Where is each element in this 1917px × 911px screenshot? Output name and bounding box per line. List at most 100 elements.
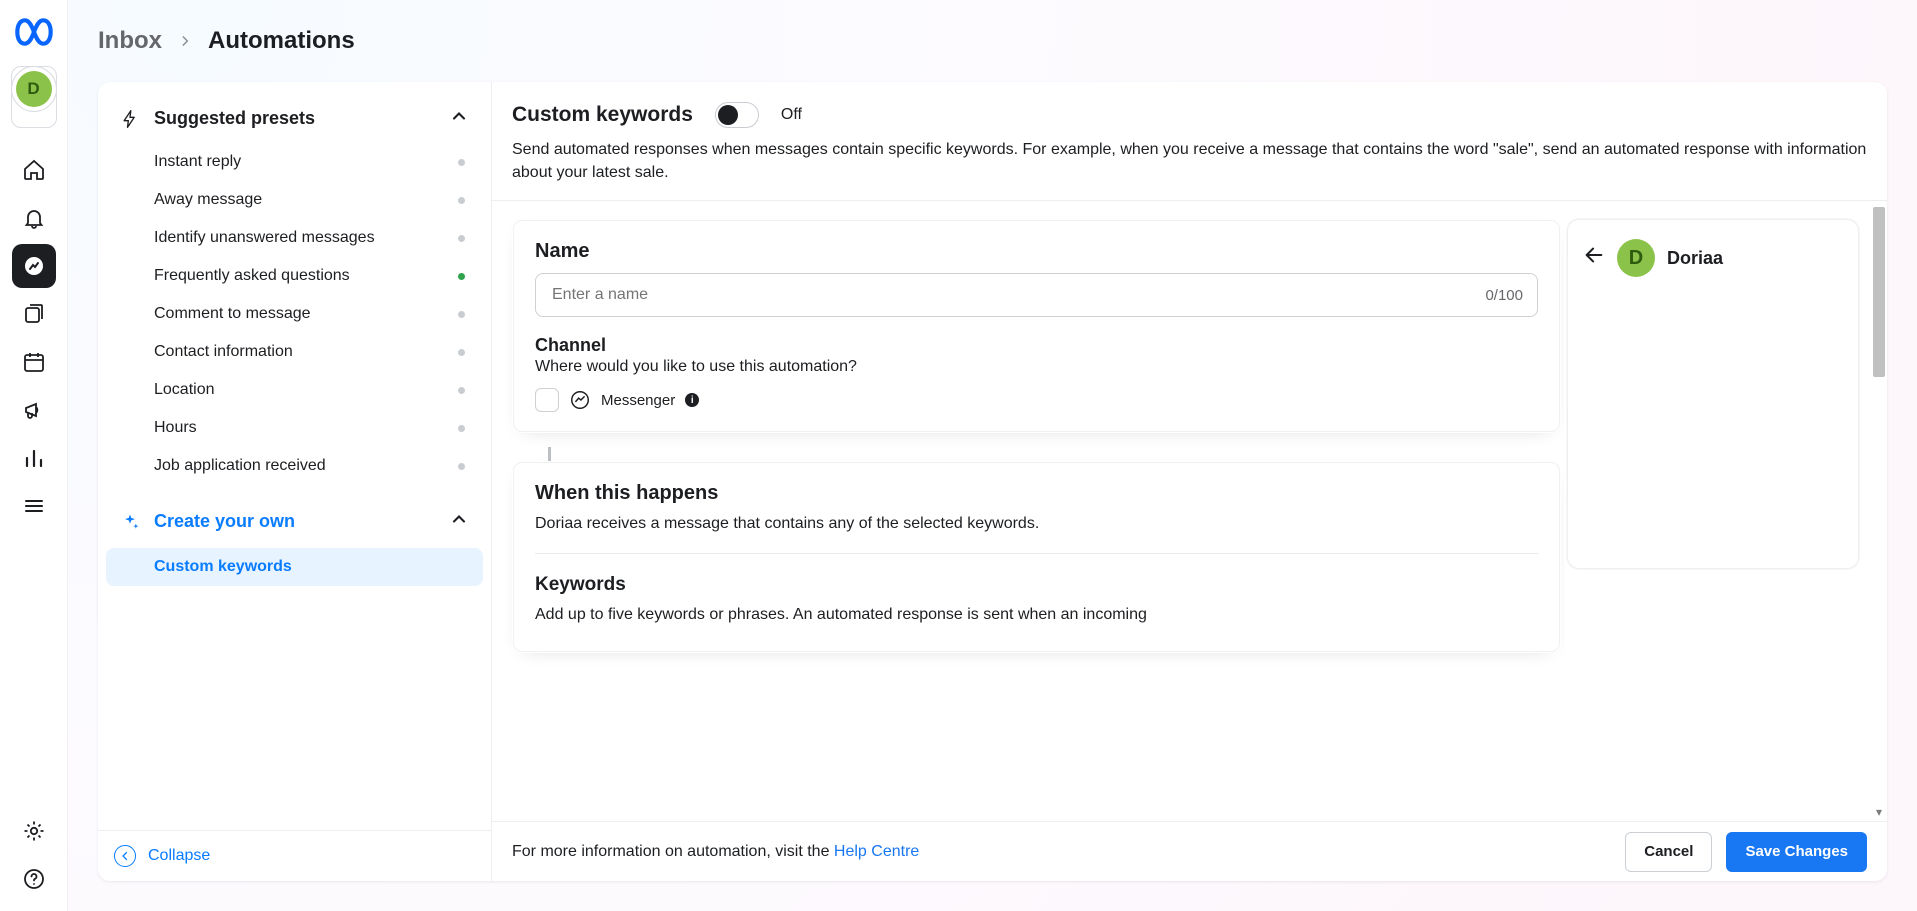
posts-icon [22, 302, 46, 326]
editor-title: Custom keywords [512, 103, 693, 127]
messenger-checkbox[interactable] [535, 388, 559, 412]
preset-label: Job application received [154, 457, 326, 475]
gear-icon [22, 819, 46, 843]
rail-ads[interactable] [12, 388, 56, 432]
preset-label: Instant reply [154, 153, 241, 171]
name-channel-card: Name 0/100 Channel Where would you like … [512, 219, 1561, 433]
rail-posts[interactable] [12, 292, 56, 336]
hamburger-icon [22, 494, 46, 518]
rail-insights[interactable] [12, 436, 56, 480]
name-input[interactable] [550, 285, 1485, 305]
preview-avatar: D [1617, 239, 1655, 277]
rail-home[interactable] [12, 148, 56, 192]
status-dot [458, 197, 465, 204]
bolt-icon [120, 109, 140, 129]
preset-faq[interactable]: Frequently asked questions [106, 257, 483, 295]
card-connector [548, 447, 551, 461]
preset-label: Frequently asked questions [154, 267, 350, 285]
keywords-heading: Keywords [535, 574, 1538, 596]
automation-toggle[interactable] [715, 102, 759, 128]
preset-label: Identify unanswered messages [154, 229, 375, 247]
editor-panel: Custom keywords Off Send automated respo… [492, 82, 1887, 881]
status-dot [458, 159, 465, 166]
name-heading: Name [535, 240, 1538, 263]
messenger-label: Messenger [601, 392, 675, 409]
editor-description: Send automated responses when messages c… [512, 138, 1867, 184]
sparkle-icon [120, 512, 140, 532]
status-dot [458, 349, 465, 356]
page-title: Automations [208, 27, 355, 55]
chat-icon [22, 254, 46, 278]
preset-comment-to-message[interactable]: Comment to message [106, 295, 483, 333]
bell-icon [22, 206, 46, 230]
preset-label: Contact information [154, 343, 293, 361]
editor-footer: For more information on automation, visi… [492, 821, 1887, 881]
rail-calendar[interactable] [12, 340, 56, 384]
cancel-button[interactable]: Cancel [1625, 832, 1712, 872]
name-char-counter: 0/100 [1485, 287, 1523, 304]
toggle-state-label: Off [781, 106, 802, 124]
status-dot [458, 235, 465, 242]
status-dot-active [458, 273, 465, 280]
create-your-own-section[interactable]: Create your own [106, 493, 483, 546]
form-scrollbar[interactable]: ▾ [1871, 201, 1887, 821]
rail-menu[interactable] [12, 484, 56, 528]
rail-help[interactable] [12, 857, 56, 901]
left-rail: D [0, 0, 68, 911]
scrollbar-thumb[interactable] [1873, 207, 1885, 377]
preset-contact-information[interactable]: Contact information [106, 333, 483, 371]
channel-sub: Where would you like to use this automat… [535, 358, 1538, 376]
chevron-up-icon [449, 509, 469, 534]
preview-name: Doriaa [1667, 248, 1723, 269]
trigger-sub: Doriaa receives a message that contains … [535, 515, 1538, 533]
help-centre-link[interactable]: Help Centre [834, 843, 919, 860]
breadcrumb: Inbox Automations [68, 0, 1917, 82]
trigger-heading: When this happens [535, 482, 1538, 505]
info-icon[interactable]: i [685, 393, 699, 407]
meta-logo-icon [14, 12, 54, 52]
rail-notifications[interactable] [12, 196, 56, 240]
preview-back-button[interactable] [1583, 244, 1605, 272]
channel-heading: Channel [535, 335, 1538, 356]
collapse-button[interactable]: Collapse [98, 830, 491, 881]
preset-away-message[interactable]: Away message [106, 181, 483, 219]
presets-panel: Suggested presets Instant reply Away mes… [98, 82, 492, 881]
megaphone-icon [22, 398, 46, 422]
messenger-icon [569, 389, 591, 411]
chevron-left-icon [114, 845, 136, 867]
preset-instant-reply[interactable]: Instant reply [106, 143, 483, 181]
footer-text: For more information on automation, visi… [512, 843, 919, 861]
preset-label: Away message [154, 191, 262, 209]
preset-identify-unanswered[interactable]: Identify unanswered messages [106, 219, 483, 257]
preset-label: Custom keywords [154, 558, 292, 576]
save-button[interactable]: Save Changes [1726, 832, 1867, 872]
status-dot [458, 387, 465, 394]
chevron-right-icon [178, 27, 192, 55]
editor-form: Name 0/100 Channel Where would you like … [492, 201, 1565, 821]
preset-job-application[interactable]: Job application received [106, 447, 483, 485]
preset-hours[interactable]: Hours [106, 409, 483, 447]
rail-inbox[interactable] [12, 244, 56, 288]
help-icon [22, 867, 46, 891]
bar-chart-icon [22, 446, 46, 470]
editor-header: Custom keywords Off Send automated respo… [492, 82, 1887, 201]
keywords-sub: Add up to five keywords or phrases. An a… [535, 606, 1538, 624]
preset-label: Hours [154, 419, 197, 437]
page: Inbox Automations Suggested presets Inst… [68, 0, 1917, 911]
account-avatar: D [16, 71, 52, 107]
suggested-presets-section[interactable]: Suggested presets [106, 90, 483, 143]
breadcrumb-root[interactable]: Inbox [98, 27, 162, 55]
meta-logo [14, 12, 54, 52]
status-dot [458, 425, 465, 432]
channel-messenger-row: Messenger i [535, 388, 1538, 412]
rail-settings[interactable] [12, 809, 56, 853]
account-avatar-button[interactable]: D [11, 66, 57, 128]
calendar-icon [22, 350, 46, 374]
status-dot [458, 311, 465, 318]
suggested-presets-title: Suggested presets [154, 108, 315, 129]
content-card: Suggested presets Instant reply Away mes… [98, 82, 1887, 881]
create-your-own-title: Create your own [154, 511, 295, 532]
preset-location[interactable]: Location [106, 371, 483, 409]
preset-custom-keywords[interactable]: Custom keywords [106, 548, 483, 586]
scrollbar-down-arrow[interactable]: ▾ [1871, 805, 1887, 819]
